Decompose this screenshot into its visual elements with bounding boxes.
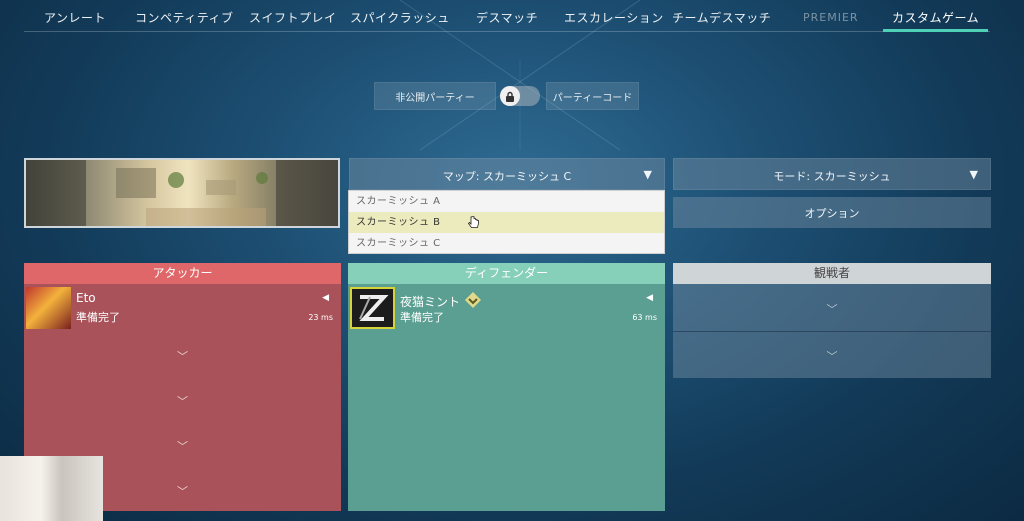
dropdown-arrow-icon: ▼ [969,168,978,181]
empty-slot[interactable]: ﹀ [24,332,341,377]
tab-custom-game[interactable]: カスタムゲーム [892,9,979,26]
tab-swiftplay[interactable]: スイフトプレイ [249,9,337,26]
observer-slot[interactable]: ﹀ [673,285,991,330]
mode-select-label: モード: スカーミッシュ [773,170,891,183]
empty-slot[interactable]: ﹀ [24,377,341,422]
chevron-down-icon: ﹀ [177,440,188,453]
mode-select[interactable]: モード: スカーミッシュ ▼ [673,158,991,190]
party-code-button[interactable]: パーティーコード [546,82,639,110]
dropdown-arrow-icon: ▼ [643,168,652,181]
speaker-icon: ◀ [646,293,653,303]
tab-spike-rush[interactable]: スパイクラッシュ [350,9,450,26]
observers-title: 観戦者 [673,263,991,284]
tab-escalation[interactable]: エスカレーション [564,9,664,26]
options-button[interactable]: オプション [673,197,991,228]
observers-panel: 観戦者 ﹀ ﹀ [673,263,991,378]
player-avatar [350,287,395,329]
observer-slot[interactable]: ﹀ [673,332,991,377]
tab-deathmatch[interactable]: デスマッチ [476,9,538,26]
map-dropdown-list: スカーミッシュ A スカーミッシュ B スカーミッシュ C [348,190,665,254]
party-lock-toggle[interactable] [500,86,540,106]
speaker-icon: ◀ [322,293,329,303]
chevron-down-icon: ﹀ [177,395,188,408]
attackers-title: アタッカー [24,263,341,284]
map-option-a[interactable]: スカーミッシュ A [349,191,664,212]
player-status: 準備完了 [76,311,120,324]
tab-unrated[interactable]: アンレート [44,9,106,26]
defender-player-row[interactable]: 夜猫ミント 準備完了 ◀ 63 ms [348,285,665,331]
chevron-down-icon: ﹀ [826,303,838,316]
player-ping: 63 ms [632,313,657,322]
lock-icon [500,86,520,106]
player-name: Eto [76,291,96,305]
party-code-label: パーティーコード [552,92,633,104]
tab-premier[interactable]: PREMIER [803,11,859,24]
options-label: オプション [804,206,860,220]
defenders-team-panel: ディフェンダー 夜猫ミント 準備完了 ◀ 63 ms [348,263,665,511]
player-avatar [26,287,71,329]
player-status: 準備完了 [400,311,444,324]
mode-tabs: アンレート コンペティティブ スイフトプレイ スパイクラッシュ デスマッチ エス… [0,0,1024,32]
map-select-label: マップ: スカーミッシュ C [442,170,572,183]
map-option-c[interactable]: スカーミッシュ C [349,233,664,254]
map-preview-image [24,158,340,228]
tab-team-deathmatch[interactable]: チームデスマッチ [672,9,771,26]
private-party-button[interactable]: 非公開パーティー [374,82,496,110]
chevron-down-icon: ﹀ [826,350,838,363]
defenders-title: ディフェンダー [348,263,665,284]
attacker-player-row[interactable]: Eto 準備完了 ◀ 23 ms [24,285,341,331]
private-party-label: 非公開パーティー [395,92,475,104]
tab-competitive[interactable]: コンペティティブ [135,9,234,26]
streamer-webcam-overlay [0,456,103,521]
map-select[interactable]: マップ: スカーミッシュ C ▼ [349,158,665,190]
player-ping: 23 ms [308,313,333,322]
cursor-hand-icon [468,216,479,228]
rank-badge-icon [464,292,481,308]
nav-divider [24,31,990,32]
chevron-down-icon: ﹀ [177,350,188,363]
active-tab-indicator [883,29,988,32]
map-option-b[interactable]: スカーミッシュ B [349,212,664,233]
player-name: 夜猫ミント [400,291,482,310]
